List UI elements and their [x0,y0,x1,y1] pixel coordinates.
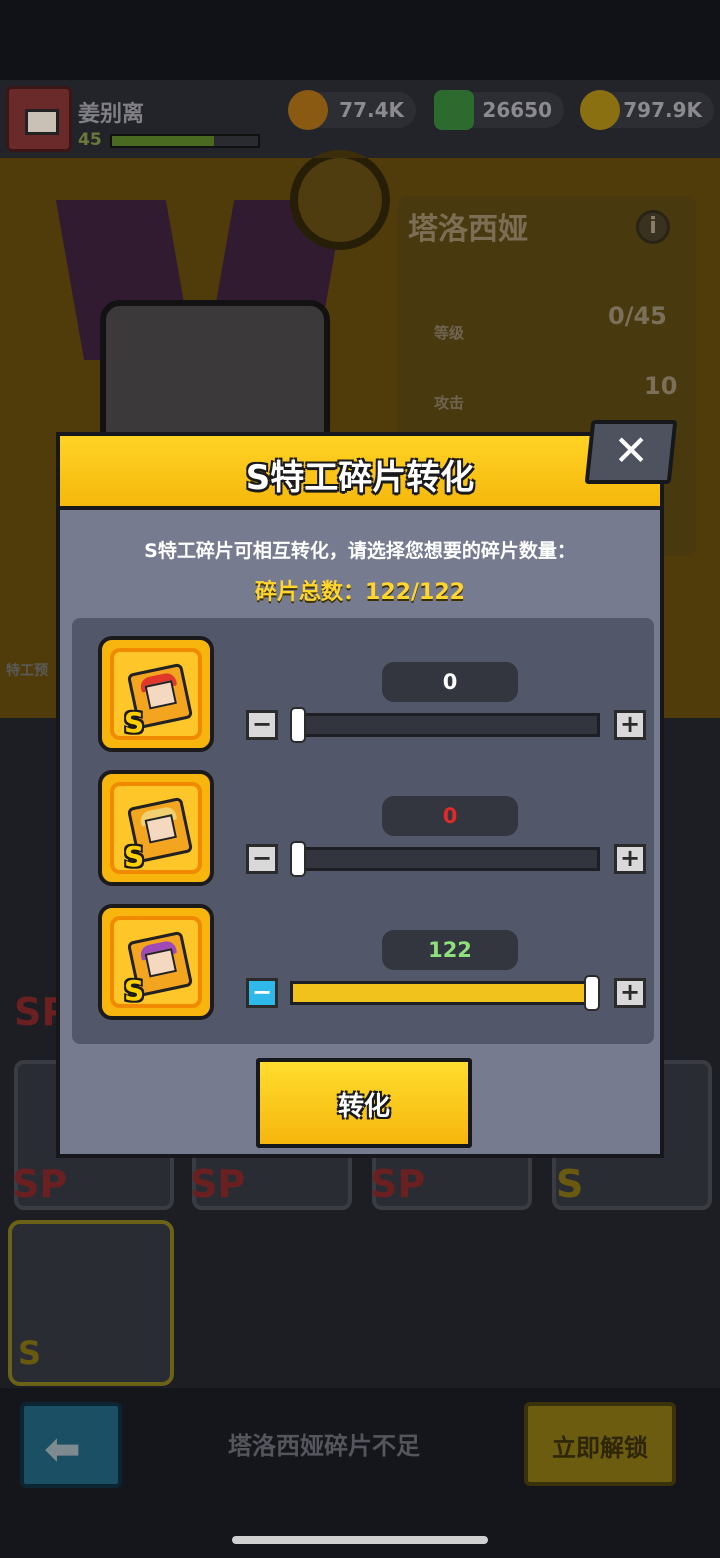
stat-value-attack: 10 [644,372,678,400]
player-avatar[interactable] [6,86,72,152]
minus-button[interactable]: − [246,710,278,740]
fragment-count: 0 [382,662,518,702]
fragment-slider-track[interactable] [290,981,600,1005]
fragment-icon-red: S [98,636,214,752]
dialog-description: S特工碎片可相互转化，请选择您想要的碎片数量： [144,540,576,562]
fragment-total: 碎片总数：122/122 [255,580,465,605]
stat-label-attack: 攻击 [434,394,465,412]
minus-button[interactable]: − [246,978,278,1008]
flame-coin-icon [288,90,328,130]
minus-button[interactable]: − [246,844,278,874]
resource-gold-value: 797.9K [623,98,702,122]
convert-label: 转化 [337,1092,390,1122]
plus-button[interactable]: + [614,978,646,1008]
fragment-count: 122 [382,930,518,970]
grade-tag: S [556,1162,584,1206]
fragment-slider-track[interactable] [290,713,600,737]
unlock-now-button[interactable]: 立即解锁 [524,1402,676,1486]
agent-face [144,680,177,710]
fragment-rows-panel: S 0 − + S 0 − + S 122 − + [72,618,654,1044]
slider-knob[interactable] [290,707,306,743]
plus-button[interactable]: + [614,844,646,874]
grade-tag: SP [370,1162,426,1206]
dialog-title: S特工碎片转化 [245,458,475,498]
resource-flame-value: 77.4K [339,98,404,122]
player-name: 姜别离 [78,102,145,127]
home-indicator[interactable] [232,1536,488,1544]
fragment-slider-track[interactable] [290,847,600,871]
fragment-icon-frame: S [110,782,202,874]
slider-knob[interactable] [584,975,600,1011]
selected-agent-card[interactable]: S [8,1220,174,1386]
stat-label-level: 等级 [434,324,465,342]
back-button[interactable]: ⬅ [20,1402,122,1488]
xp-bar [110,134,260,148]
close-button[interactable]: ✕ [584,420,678,484]
fragment-icon-purple: S [98,904,214,1020]
resource-gold[interactable]: 797.9K [580,90,714,130]
fragment-icon-blonde: S [98,770,214,886]
fragment-icon-frame: S [110,916,202,1008]
xp-fill [112,136,215,146]
agent-face [144,948,177,978]
agent-face [144,814,177,844]
unlock-now-label: 立即解锁 [552,1434,648,1462]
status-bar-area [0,0,720,80]
plus-button[interactable]: + [614,710,646,740]
fragment-convert-dialog: S特工碎片转化 S特工碎片可相互转化，请选择您想要的碎片数量： 碎片总数：122… [56,432,664,1158]
grade-tag: S [18,1334,42,1372]
info-icon[interactable]: i [636,210,670,244]
stat-value-level: 0/45 [608,302,667,330]
slider-knob[interactable] [290,841,306,877]
side-button-label[interactable]: 特工预 [6,660,48,680]
dialog-header: S特工碎片转化 [60,436,660,510]
green-gem-icon [434,90,474,130]
fragment-grade-badge: S [124,706,145,739]
fragment-count: 0 [382,796,518,836]
back-arrow-icon: ⬅ [44,1424,81,1475]
gold-coin-icon [580,90,620,130]
resource-gem-value: 26650 [482,98,552,122]
avatar-face [25,109,59,135]
resource-gem[interactable]: 26650 [434,90,564,130]
slider-fill [293,984,597,1002]
fragment-grade-badge: S [124,840,145,873]
grade-tag: SP [12,1162,68,1206]
resource-flame[interactable]: 77.4K [288,90,416,130]
close-icon: ✕ [613,426,649,475]
grade-tag: SP [190,1162,246,1206]
fragment-icon-frame: S [110,648,202,740]
fragment-shortage-message: 塔洛西娅碎片不足 [228,1432,420,1460]
fragment-grade-badge: S [124,974,145,1007]
hero-name: 塔洛西娅 [408,212,528,247]
player-level: 45 [78,130,102,150]
convert-button[interactable]: 转化 [256,1058,472,1148]
